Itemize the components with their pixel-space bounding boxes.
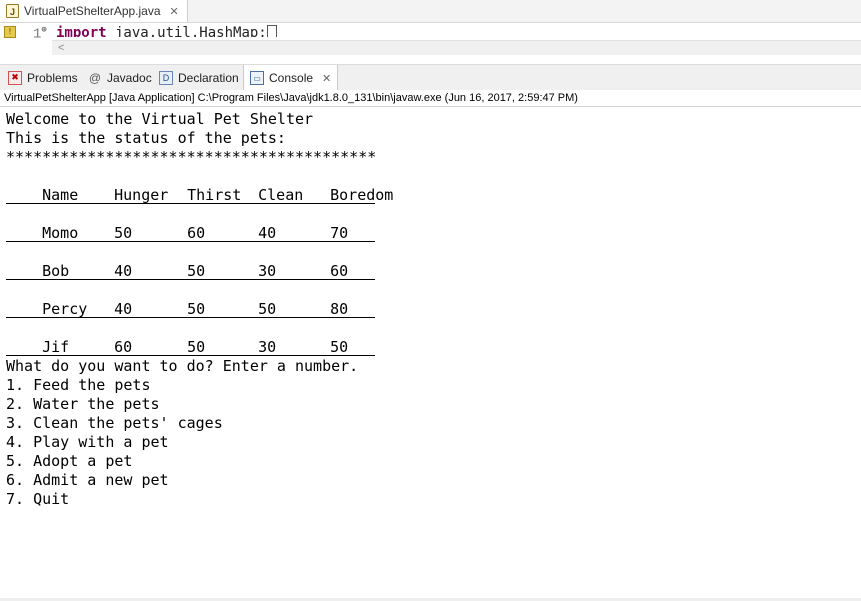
close-icon[interactable]: ✕	[170, 5, 179, 18]
problems-icon: ✖	[8, 70, 22, 85]
table-row: Momo 50 60 40 70	[6, 205, 856, 242]
tab-problems-label: Problems	[27, 70, 78, 85]
tab-javadoc[interactable]: @ Javadoc	[82, 65, 158, 90]
menu-option-feed: 1. Feed the pets	[6, 376, 151, 394]
menu-option-admit: 6. Admit a new pet	[6, 471, 169, 489]
view-tab-bar: ✖ Problems @ Javadoc D Declaration ▭ Con…	[0, 64, 861, 91]
code-line-1[interactable]: import java.util.HashMap;	[56, 25, 277, 37]
menu-option-play: 4. Play with a pet	[6, 433, 169, 451]
menu-option-adopt: 5. Adopt a pet	[6, 452, 133, 470]
warning-icon[interactable]: !	[4, 26, 16, 38]
tab-declaration[interactable]: D Declaration	[153, 65, 245, 90]
menu-option-quit: 7. Quit	[6, 490, 70, 508]
row-divider	[6, 186, 856, 205]
editor-tab-virtualpetshelterapp[interactable]: J VirtualPetShelterApp.java ✕	[0, 0, 188, 22]
tab-console-label: Console	[269, 71, 314, 85]
fold-icon[interactable]: ⊕	[41, 25, 46, 35]
scroll-left-arrow-icon[interactable]: <	[58, 41, 64, 55]
table-row: Jif 60 50 30 50	[6, 319, 856, 356]
console-output[interactable]: Welcome to the Virtual Pet Shelter This …	[6, 110, 856, 509]
tab-problems[interactable]: ✖ Problems	[2, 65, 84, 90]
declaration-icon: D	[159, 70, 173, 85]
horizontal-scrollbar[interactable]: <	[52, 40, 861, 55]
table-row: Bob 40 50 30 60	[6, 243, 856, 280]
fold-placeholder-icon	[266, 25, 277, 37]
menu-option-water: 2. Water the pets	[6, 395, 160, 413]
row-divider	[6, 300, 856, 319]
editor-tab-label: VirtualPetShelterApp.java	[24, 4, 161, 18]
row-divider	[6, 262, 856, 281]
console-process-label: VirtualPetShelterApp [Java Application] …	[0, 90, 861, 107]
close-icon[interactable]: ✕	[322, 72, 331, 85]
code-text: java.util.HashMap;	[106, 25, 267, 37]
tab-declaration-label: Declaration	[178, 70, 239, 85]
console-welcome: Welcome to the Virtual Pet Shelter	[6, 110, 314, 128]
code-editor[interactable]: ! 1⊕ import java.util.HashMap; <	[0, 23, 861, 60]
tab-javadoc-label: Javadoc	[107, 70, 152, 85]
javadoc-icon: @	[88, 70, 102, 85]
console-status-intro: This is the status of the pets:	[6, 129, 286, 147]
tab-console[interactable]: ▭ Console ✕	[243, 65, 339, 91]
status-table-header: Name Hunger Thirst Clean Boredom	[6, 167, 856, 204]
console-prompt: What do you want to do? Enter a number.	[6, 357, 359, 375]
row-divider	[6, 224, 856, 243]
code-keyword: import	[56, 25, 107, 37]
row-divider	[6, 338, 856, 357]
line-number: 1⊕	[33, 25, 47, 43]
menu-option-clean: 3. Clean the pets' cages	[6, 414, 223, 432]
console-icon: ▭	[250, 71, 264, 85]
table-row: Percy 40 50 50 80	[6, 281, 856, 318]
java-file-icon: J	[6, 4, 19, 18]
editor-tab-bar: J VirtualPetShelterApp.java ✕	[0, 0, 861, 23]
console-star-divider: ****************************************…	[6, 148, 377, 166]
